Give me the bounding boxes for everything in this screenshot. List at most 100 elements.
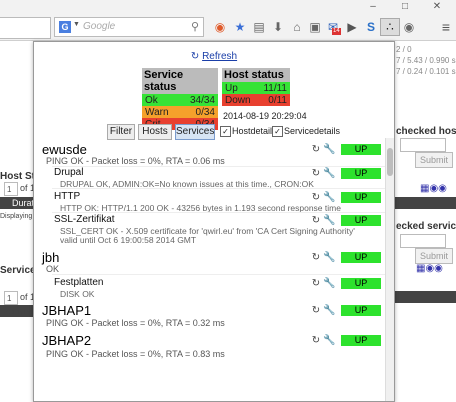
- close-icon[interactable]: ✕: [426, 0, 448, 14]
- security-icon[interactable]: S: [363, 19, 379, 35]
- export-icon[interactable]: ▦◉◉: [420, 183, 447, 194]
- service-warn-row[interactable]: Warn 0/34: [142, 106, 218, 118]
- servicedetails-label: Servicedetails: [284, 126, 341, 136]
- host-message: PING OK - Packet loss = 0%, RTA = 0.32 m…: [46, 318, 225, 328]
- host-up-row[interactable]: Up 11/11: [222, 82, 290, 94]
- stats-line-1: 2 / 0: [396, 45, 412, 54]
- mail-badge: 14: [332, 28, 341, 35]
- recheck-icon[interactable]: ↻: [310, 215, 322, 226]
- status-badge: UP: [341, 335, 381, 346]
- host-submit-button[interactable]: Submit: [415, 152, 453, 168]
- servicedetails-checkbox[interactable]: ✓: [272, 126, 283, 137]
- service-submit-button[interactable]: Submit: [415, 248, 453, 264]
- divider: [52, 212, 385, 213]
- service-name[interactable]: Drupal: [54, 167, 83, 178]
- last-update-timestamp: 2014-08-19 20:29:04: [223, 111, 307, 121]
- service-page-input[interactable]: 1: [4, 291, 18, 305]
- status-list: ewusde ↻ 🔧 UP PING OK - Packet loss = 0%…: [34, 138, 386, 401]
- home-icon[interactable]: ⌂: [289, 19, 305, 35]
- host-table-toolbar: [394, 197, 456, 209]
- service-status-header: Service status: [142, 68, 218, 94]
- extension-icon[interactable]: ∴: [380, 18, 400, 36]
- clipboard-icon[interactable]: ▤: [251, 19, 267, 35]
- checked-services-label: ecked services: [396, 221, 456, 232]
- wrench-icon[interactable]: 🔧: [323, 215, 335, 226]
- host-name[interactable]: JBHAP1: [42, 303, 91, 318]
- refresh-link[interactable]: Refresh: [202, 51, 237, 62]
- wrench-icon[interactable]: 🔧: [323, 168, 335, 179]
- wrench-icon[interactable]: 🔧: [323, 252, 335, 263]
- host-command-select[interactable]: [400, 138, 446, 152]
- host-table-header: Durati: [0, 197, 36, 209]
- service-name[interactable]: SSL-Zertifikat: [54, 214, 115, 225]
- scrollbar-thumb[interactable]: [387, 148, 393, 176]
- divider: [52, 166, 385, 167]
- divider: [52, 274, 385, 275]
- status-badge: UP: [341, 192, 381, 203]
- service-message-line-2: valid until Oct 6 19:00:58 2014 GMT: [60, 235, 197, 245]
- recheck-icon[interactable]: ↻: [310, 252, 322, 263]
- popup-scrollbar[interactable]: [385, 138, 394, 401]
- service-status-table: Service status Ok 34/34 Warn 0/34 Crit 0…: [142, 68, 218, 130]
- refresh-row: ↻ Refresh: [34, 51, 394, 62]
- recheck-icon[interactable]: ↻: [310, 144, 322, 155]
- mail-icon[interactable]: ✉ 14: [325, 19, 341, 35]
- maximize-icon[interactable]: □: [394, 0, 416, 14]
- host-down-row[interactable]: Down 0/11: [222, 94, 290, 106]
- service-table-toolbar: [394, 291, 456, 303]
- divider: [52, 188, 385, 189]
- wrench-icon[interactable]: 🔧: [323, 144, 335, 155]
- status-badge: UP: [341, 168, 381, 179]
- status-badge: UP: [341, 305, 381, 316]
- search-placeholder: Google: [83, 21, 116, 32]
- service-name[interactable]: HTTP: [54, 191, 80, 202]
- wrench-icon[interactable]: 🔧: [323, 335, 335, 346]
- host-name[interactable]: JBHAP2: [42, 333, 91, 348]
- status-badge: UP: [341, 215, 381, 226]
- checked-hosts-label: checked host(s): [396, 126, 456, 137]
- recheck-icon[interactable]: ↻: [310, 335, 322, 346]
- service-command-select[interactable]: [400, 234, 446, 248]
- recheck-icon[interactable]: ↻: [310, 278, 322, 289]
- service-message: DISK OK: [60, 289, 95, 299]
- host-message: PING OK - Packet loss = 0%, RTA = 0.06 m…: [46, 156, 225, 166]
- service-export-icon[interactable]: ▦◉◉: [416, 263, 443, 274]
- host-message: PING OK - Packet loss = 0%, RTA = 0.83 m…: [46, 349, 225, 359]
- search-icon[interactable]: ⚲: [191, 20, 199, 33]
- refresh-icon[interactable]: ↻: [191, 51, 199, 62]
- status-badge: UP: [341, 278, 381, 289]
- status-badge: UP: [341, 144, 381, 155]
- host-status-header: Host status: [222, 68, 290, 82]
- recheck-icon[interactable]: ↻: [310, 168, 322, 179]
- url-bar[interactable]: [0, 17, 51, 39]
- hostdetails-checkbox[interactable]: ✓: [220, 126, 231, 137]
- search-input[interactable]: G ▼ Google ⚲: [54, 17, 204, 37]
- host-name[interactable]: jbh: [42, 250, 59, 265]
- service-ok-row[interactable]: Ok 34/34: [142, 94, 218, 106]
- recheck-icon[interactable]: ↻: [310, 305, 322, 316]
- recheck-icon[interactable]: ↻: [310, 192, 322, 203]
- google-icon: G: [59, 21, 71, 33]
- chat-icon[interactable]: ◉: [401, 19, 417, 35]
- host-page-input[interactable]: 1: [4, 182, 18, 196]
- status-badge: UP: [341, 252, 381, 263]
- stats-line-3: 7 / 0.24 / 0.101 s: [396, 67, 456, 76]
- nagios-checker-popup: ↻ Refresh Service status Ok 34/34 Warn 0…: [33, 41, 395, 402]
- screenshot-icon[interactable]: ▣: [307, 19, 323, 35]
- reddit-icon[interactable]: ◉: [212, 19, 228, 35]
- wrench-icon[interactable]: 🔧: [323, 192, 335, 203]
- bookmark-star-icon[interactable]: ★: [232, 19, 248, 35]
- download-icon[interactable]: ⬇: [270, 19, 286, 35]
- chevron-down-icon[interactable]: ▼: [73, 21, 80, 28]
- browser-toolbar: – □ ✕ G ▼ Google ⚲ ◉ ★ ▤ ⬇ ⌂ ▣ ✉ 14 ▶ S …: [0, 0, 456, 41]
- hostdetails-label: Hostdetails: [232, 126, 277, 136]
- service-name[interactable]: Festplatten: [54, 277, 103, 288]
- stats-line-2: 7 / 5.43 / 0.990 s: [396, 56, 456, 65]
- host-name[interactable]: ewusde: [42, 142, 87, 157]
- wrench-icon[interactable]: 🔧: [323, 305, 335, 316]
- minimize-icon[interactable]: –: [362, 0, 384, 14]
- wrench-icon[interactable]: 🔧: [323, 278, 335, 289]
- video-icon[interactable]: ▶: [344, 19, 360, 35]
- host-status-table: Host status Up 11/11 Down 0/11: [222, 68, 290, 106]
- menu-icon[interactable]: ≡: [438, 19, 454, 35]
